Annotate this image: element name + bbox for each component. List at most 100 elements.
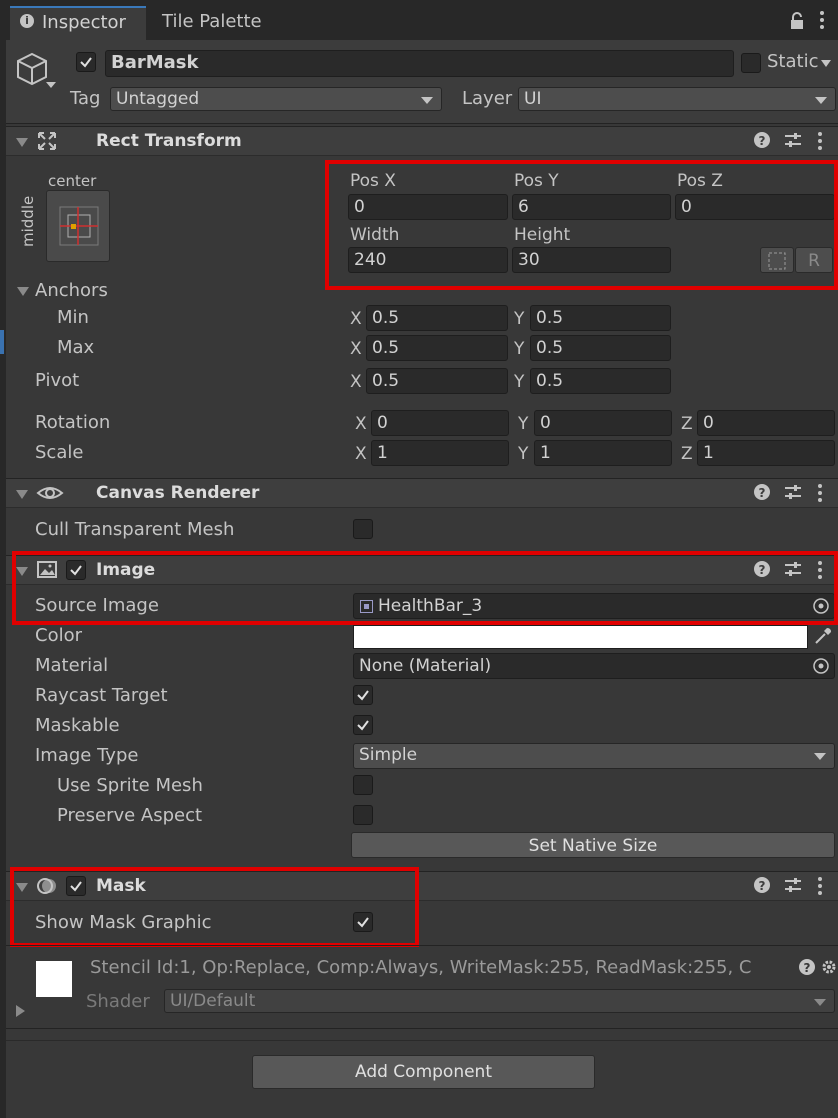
object-picker-icon[interactable]: [812, 657, 830, 675]
material-field[interactable]: None (Material): [353, 653, 835, 679]
gameobject-cube-icon[interactable]: [16, 50, 60, 90]
shader-value: UI/Default: [170, 991, 256, 1011]
shader-label: Shader: [86, 991, 150, 1012]
scale-x-field[interactable]: 1: [371, 440, 509, 466]
static-dropdown-arrow[interactable]: [821, 60, 831, 67]
component-menu-icon[interactable]: [816, 483, 836, 503]
highlight-image-source: [12, 551, 838, 625]
scale-z-field[interactable]: 1: [697, 440, 835, 466]
tab-tile-palette[interactable]: Tile Palette: [150, 8, 280, 38]
tag-label: Tag: [70, 88, 101, 109]
chevron-down-icon: [814, 753, 826, 760]
scale-x-axis: X: [355, 444, 367, 464]
material-preview-swatch[interactable]: [36, 961, 72, 997]
svg-text:?: ?: [759, 134, 766, 148]
scale-z-axis: Z: [681, 444, 693, 464]
rotation-label: Rotation: [35, 412, 111, 433]
anchor-max-y-axis: Y: [514, 339, 525, 359]
help-icon[interactable]: ?: [753, 876, 773, 896]
scale-y-axis: Y: [518, 444, 529, 464]
material-info-text: Stencil Id:1, Op:Replace, Comp:Always, W…: [90, 957, 752, 978]
preserve-aspect-checkbox[interactable]: [353, 805, 373, 825]
tab-inspector[interactable]: i Inspector: [10, 6, 146, 40]
cull-transparent-label: Cull Transparent Mesh: [35, 519, 235, 540]
chevron-down-icon: [814, 999, 826, 1006]
add-component-button[interactable]: Add Component: [252, 1055, 595, 1089]
layer-label: Layer: [462, 88, 513, 109]
svg-text:?: ?: [759, 486, 766, 500]
rect-transform-header[interactable]: Rect Transform ?: [6, 126, 838, 156]
chevron-down-icon: [815, 97, 827, 104]
component-menu-icon[interactable]: [816, 131, 836, 151]
image-type-dropdown[interactable]: Simple: [353, 743, 835, 769]
anchor-presets-button[interactable]: [46, 190, 110, 262]
maskable-checkbox[interactable]: [353, 715, 373, 735]
color-swatch[interactable]: [353, 625, 808, 649]
maskable-label: Maskable: [35, 715, 120, 736]
help-icon[interactable]: ?: [753, 483, 773, 503]
anchor-min-y-field[interactable]: 0.5: [530, 305, 671, 331]
highlight-rect-transform: [325, 160, 838, 290]
svg-text:?: ?: [804, 961, 811, 975]
pivot-y-axis: Y: [514, 372, 525, 392]
eyedropper-icon[interactable]: [813, 626, 833, 646]
tag-value: Untagged: [116, 89, 200, 109]
rotation-z-field[interactable]: 0: [697, 410, 835, 436]
left-edge-accent: [0, 330, 4, 354]
image-type-label: Image Type: [35, 745, 139, 766]
rect-transform-icon: [37, 131, 57, 151]
pivot-x-axis: X: [350, 372, 362, 392]
presets-icon[interactable]: [784, 131, 804, 151]
pivot-y-field[interactable]: 0.5: [530, 368, 671, 394]
anchor-max-label: Max: [57, 337, 95, 358]
gear-icon[interactable]: [820, 957, 838, 977]
scale-label: Scale: [35, 442, 84, 463]
anchor-max-y-field[interactable]: 0.5: [530, 335, 671, 361]
anchor-min-y-axis: Y: [514, 309, 525, 329]
anchor-max-x-axis: X: [350, 339, 362, 359]
help-icon[interactable]: ?: [753, 131, 773, 151]
help-icon[interactable]: ?: [798, 958, 816, 976]
anchor-horizontal-label: center: [48, 172, 97, 190]
layer-dropdown[interactable]: UI: [518, 87, 836, 111]
layer-value: UI: [524, 89, 542, 109]
material-foldout-icon[interactable]: [16, 1005, 25, 1017]
scale-y-field[interactable]: 1: [534, 440, 672, 466]
anchors-label: Anchors: [35, 280, 108, 301]
presets-icon[interactable]: [784, 876, 804, 896]
shader-dropdown[interactable]: UI/Default: [164, 989, 835, 1013]
material-divider: [6, 945, 838, 946]
pivot-x-field[interactable]: 0.5: [366, 368, 508, 394]
static-label: Static: [767, 51, 819, 72]
foldout-icon[interactable]: [16, 490, 28, 499]
foldout-icon[interactable]: [16, 138, 28, 147]
tab-menu-icon[interactable]: [818, 10, 826, 32]
active-toggle[interactable]: [76, 52, 96, 72]
anchor-max-x-field[interactable]: 0.5: [366, 335, 508, 361]
rotation-z-axis: Z: [681, 414, 693, 434]
rotation-y-field[interactable]: 0: [534, 410, 672, 436]
component-menu-icon[interactable]: [816, 876, 836, 896]
use-sprite-mesh-checkbox[interactable]: [353, 775, 373, 795]
canvas-renderer-title: Canvas Renderer: [96, 483, 260, 503]
object-name-field[interactable]: BarMask: [105, 50, 734, 77]
tag-dropdown[interactable]: Untagged: [110, 87, 442, 111]
static-toggle[interactable]: [741, 53, 761, 73]
anchors-foldout-icon[interactable]: [17, 287, 29, 296]
rotation-x-field[interactable]: 0: [371, 410, 509, 436]
material-label: Material: [35, 655, 109, 676]
svg-text:?: ?: [759, 879, 766, 893]
anchor-min-label: Min: [57, 307, 89, 328]
raycast-target-checkbox[interactable]: [353, 685, 373, 705]
highlight-mask: [10, 867, 419, 947]
material-bottom-divider: [6, 1028, 838, 1029]
set-native-size-button[interactable]: Set Native Size: [351, 832, 835, 858]
use-sprite-mesh-label: Use Sprite Mesh: [57, 775, 203, 796]
presets-icon[interactable]: [784, 483, 804, 503]
tab-inspector-label: Inspector: [42, 12, 126, 33]
lock-icon[interactable]: [790, 12, 804, 30]
anchor-min-x-field[interactable]: 0.5: [366, 305, 508, 331]
raycast-target-label: Raycast Target: [35, 685, 168, 706]
canvas-renderer-header[interactable]: Canvas Renderer ?: [6, 478, 838, 508]
cull-transparent-checkbox[interactable]: [353, 519, 373, 539]
